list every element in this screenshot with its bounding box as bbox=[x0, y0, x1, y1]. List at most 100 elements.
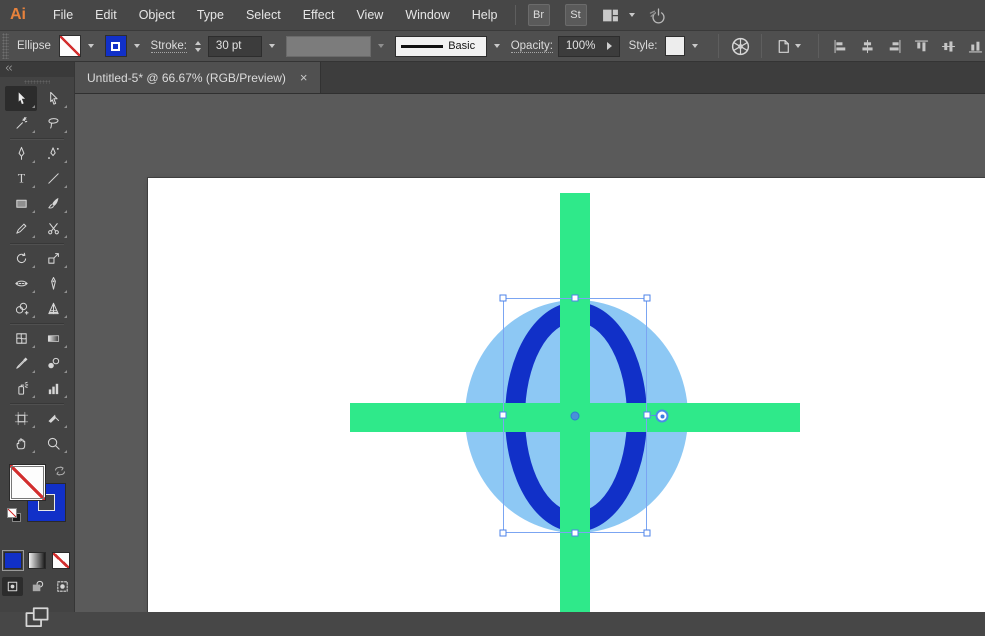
menu-window[interactable]: Window bbox=[394, 0, 460, 30]
cc-sync-icon[interactable] bbox=[649, 6, 668, 25]
stroke-panel-link[interactable]: Stroke: bbox=[150, 40, 187, 53]
fill-swatch-chevron-icon[interactable] bbox=[84, 44, 98, 48]
color-button[interactable] bbox=[2, 550, 24, 571]
workspace-chevron-icon[interactable] bbox=[628, 13, 635, 17]
selection-handle[interactable] bbox=[571, 529, 579, 537]
close-tab-icon[interactable]: × bbox=[300, 71, 308, 84]
stroke-style-chevron-icon[interactable] bbox=[490, 44, 504, 48]
tool-scale-tool[interactable] bbox=[37, 246, 69, 271]
tool-shape-builder-tool[interactable] bbox=[5, 296, 37, 321]
menu-help[interactable]: Help bbox=[461, 0, 509, 30]
stepper-down-icon[interactable] bbox=[195, 47, 202, 52]
tool-paintbrush-tool[interactable] bbox=[37, 191, 69, 216]
align-to-chevron-icon[interactable] bbox=[795, 44, 802, 48]
drawing-mode-row bbox=[0, 577, 74, 596]
menu-type[interactable]: Type bbox=[186, 0, 235, 30]
color-mode-row bbox=[0, 550, 74, 571]
bridge-button[interactable]: Br bbox=[527, 4, 550, 26]
stroke-weight-value[interactable]: 30 pt bbox=[207, 35, 262, 57]
tool-type-tool[interactable]: T bbox=[5, 166, 37, 191]
tool-symbol-sprayer-tool[interactable] bbox=[5, 376, 37, 401]
selection-handle[interactable] bbox=[643, 294, 651, 302]
selection-handle[interactable] bbox=[643, 411, 651, 419]
canvas-pasteboard bbox=[75, 94, 985, 612]
menu-edit[interactable]: Edit bbox=[84, 0, 128, 30]
tool-width-tool[interactable] bbox=[5, 271, 37, 296]
horizontal-align-center-icon[interactable] bbox=[857, 34, 877, 58]
brush-definition-dropdown bbox=[285, 35, 372, 57]
tool-lasso-tool[interactable] bbox=[37, 111, 69, 136]
selection-handle[interactable] bbox=[571, 294, 579, 302]
collapse-panel-icon[interactable] bbox=[4, 61, 14, 79]
vertical-align-bottom-icon[interactable] bbox=[965, 34, 985, 58]
tool-mesh-tool[interactable] bbox=[5, 326, 37, 351]
gradient-button[interactable] bbox=[28, 552, 46, 569]
menu-file[interactable]: File bbox=[42, 0, 84, 30]
tool-line-segment-tool[interactable] bbox=[37, 166, 69, 191]
tool-artboard-tool[interactable] bbox=[5, 406, 37, 431]
tool-blend-tool[interactable] bbox=[37, 351, 69, 376]
stroke-color-swatch[interactable] bbox=[104, 35, 127, 57]
tool-free-transform-tool[interactable] bbox=[37, 271, 69, 296]
tool-magic-wand-tool[interactable] bbox=[5, 111, 37, 136]
vertical-align-top-icon[interactable] bbox=[911, 34, 931, 58]
fill-proxy-swatch[interactable] bbox=[9, 464, 46, 501]
tool-rectangle-tool[interactable] bbox=[5, 191, 37, 216]
tool-rotate-tool[interactable] bbox=[5, 246, 37, 271]
variable-width-profile-dropdown[interactable]: Basic bbox=[395, 35, 487, 57]
tool-perspective-grid-tool[interactable] bbox=[37, 296, 69, 321]
tool-direct-selection-tool[interactable] bbox=[37, 86, 69, 111]
tool-gradient-tool[interactable] bbox=[37, 326, 69, 351]
tool-group-divider bbox=[10, 138, 64, 139]
stepper-up-icon[interactable] bbox=[195, 40, 202, 45]
tool-pen-tool[interactable] bbox=[5, 141, 37, 166]
horizontal-align-left-icon[interactable] bbox=[830, 34, 850, 58]
draw-inside-icon[interactable] bbox=[52, 577, 73, 596]
selection-handle[interactable] bbox=[499, 411, 507, 419]
menu-bar: Ai File Edit Object Type Select Effect View Win… bbox=[0, 0, 985, 30]
menu-select[interactable]: Select bbox=[235, 0, 292, 30]
stock-button[interactable]: St bbox=[564, 4, 587, 26]
fill-color-swatch[interactable] bbox=[58, 35, 81, 57]
align-to-selection-icon[interactable] bbox=[771, 34, 795, 58]
stroke-swatch-chevron-icon[interactable] bbox=[130, 44, 144, 48]
draw-normal-icon[interactable] bbox=[1, 577, 23, 596]
change-screen-mode-icon[interactable] bbox=[24, 605, 50, 636]
tool-slice-tool[interactable] bbox=[37, 406, 69, 431]
selection-handle[interactable] bbox=[643, 529, 651, 537]
opacity-slider-arrow-icon[interactable] bbox=[606, 42, 612, 50]
opacity-value-field[interactable]: 100% bbox=[557, 35, 620, 57]
tool-zoom-tool[interactable] bbox=[37, 431, 69, 456]
stroke-weight-chevron-icon[interactable] bbox=[265, 44, 279, 48]
tools-panel-header bbox=[0, 62, 74, 77]
horizontal-align-right-icon[interactable] bbox=[884, 34, 904, 58]
selection-handle[interactable] bbox=[499, 529, 507, 537]
graphic-style-swatch[interactable] bbox=[665, 36, 686, 56]
tool-eyedropper-tool[interactable] bbox=[5, 351, 37, 376]
menu-effect[interactable]: Effect bbox=[292, 0, 346, 30]
menu-view[interactable]: View bbox=[345, 0, 394, 30]
tool-selection-tool[interactable] bbox=[5, 86, 37, 111]
recolor-artwork-icon[interactable] bbox=[728, 34, 752, 58]
controlbar-grip[interactable] bbox=[2, 33, 9, 59]
stroke-weight-stepper[interactable] bbox=[192, 40, 205, 52]
selection-center-point[interactable] bbox=[570, 411, 580, 421]
draw-behind-icon[interactable] bbox=[27, 577, 48, 596]
document-tab-bar: Untitled-5* @ 66.67% (RGB/Preview) × bbox=[75, 62, 985, 94]
selection-handle[interactable] bbox=[499, 294, 507, 302]
live-shape-rotate-widget[interactable] bbox=[655, 409, 669, 423]
vertical-align-center-icon[interactable] bbox=[938, 34, 958, 58]
menu-object[interactable]: Object bbox=[128, 0, 186, 30]
document-tab[interactable]: Untitled-5* @ 66.67% (RGB/Preview) × bbox=[75, 62, 321, 93]
default-fill-stroke-icon[interactable] bbox=[7, 508, 21, 522]
style-chevron-icon[interactable] bbox=[688, 44, 702, 48]
opacity-panel-link[interactable]: Opacity: bbox=[510, 40, 553, 53]
swap-fill-stroke-icon[interactable] bbox=[53, 464, 67, 483]
tool-hand-tool[interactable] bbox=[5, 431, 37, 456]
none-button[interactable] bbox=[52, 552, 70, 569]
tool-scissors-tool[interactable] bbox=[37, 216, 69, 241]
tool-column-graph-tool[interactable] bbox=[37, 376, 69, 401]
tool-shaper-tool[interactable] bbox=[5, 216, 37, 241]
tool-curvature-tool[interactable] bbox=[37, 141, 69, 166]
workspace-switcher-icon[interactable] bbox=[602, 7, 619, 24]
